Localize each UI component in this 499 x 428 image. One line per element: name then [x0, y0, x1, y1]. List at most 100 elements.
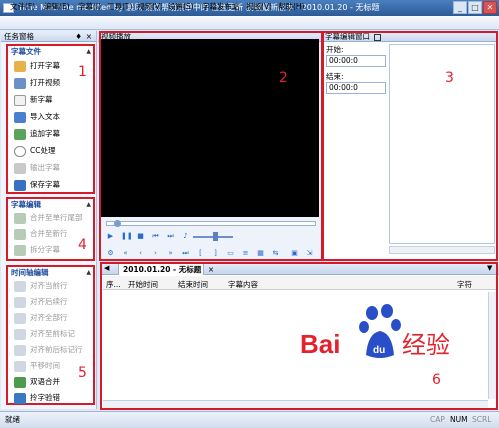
task-save-subtitle[interactable]: 保存字幕: [14, 179, 60, 191]
task-merge-tail[interactable]: 合并至单行尾部: [14, 212, 83, 224]
menu-edit[interactable]: 编辑(E): [44, 1, 70, 13]
minimize-button[interactable]: _: [453, 1, 467, 14]
start-time-field[interactable]: 00:00:0: [326, 55, 386, 67]
task-shift-time[interactable]: 平移时间: [14, 360, 60, 372]
next-frame-icon[interactable]: ⏭: [166, 232, 175, 241]
close-pane-icon[interactable]: ×: [86, 31, 92, 42]
export-frame-icon[interactable]: ⇲: [305, 249, 314, 258]
task-new-subtitle[interactable]: 新字幕: [14, 94, 53, 106]
cc-process-icon: [14, 145, 26, 157]
menu-settings[interactable]: 设置(S): [168, 1, 194, 13]
menu-subtitle[interactable]: 字幕(I): [78, 1, 101, 13]
collapse-icon[interactable]: ▲: [86, 199, 91, 210]
annotation-number: 1: [78, 64, 87, 80]
skip-forward-icon[interactable]: ⏭: [181, 249, 190, 258]
align-following-icon: [14, 296, 26, 308]
task-pane: 任务窗格 ♦ × 字幕文件 ▲ 打开字幕 打开视频 新字幕 导入文本 追加字幕 …: [1, 31, 97, 409]
subtitle-text-area[interactable]: [389, 44, 495, 244]
svg-text:经验: 经验: [402, 331, 450, 359]
task-pane-header: 任务窗格 ♦ ×: [1, 31, 96, 42]
menu-help[interactable]: 帮助(H): [278, 1, 305, 13]
horizontal-scrollbar[interactable]: [389, 246, 495, 254]
num-indicator: NUM: [450, 415, 468, 424]
seek-bar[interactable]: [106, 221, 316, 226]
task-align-all[interactable]: 对齐全部行: [14, 312, 68, 324]
mark-in-icon[interactable]: [: [196, 249, 205, 258]
task-append-subtitle[interactable]: 追加字幕: [14, 128, 60, 140]
stop-icon[interactable]: ■: [136, 232, 145, 241]
align-all-icon: [14, 312, 26, 324]
annotation-number: 6: [432, 372, 441, 388]
check-errors-icon: [14, 392, 26, 404]
align-prev-mark-icon: [14, 328, 26, 340]
seek-handle[interactable]: [114, 220, 121, 227]
task-split-subtitle[interactable]: 拆分字幕: [14, 244, 60, 256]
task-open-video[interactable]: 打开视频: [14, 77, 60, 89]
volume-icon[interactable]: ♪: [181, 232, 190, 241]
menu-publish[interactable]: 字幕发布站: [202, 1, 240, 13]
list-icon[interactable]: ≡: [241, 249, 250, 258]
step-back-icon[interactable]: ‹: [136, 249, 145, 258]
play-icon[interactable]: ▶: [106, 232, 115, 241]
menu-tools[interactable]: 工具(T): [107, 1, 132, 13]
status-bar: [0, 411, 499, 428]
menu-video[interactable]: 视频(V): [137, 1, 163, 13]
annotation-number: 3: [445, 70, 454, 86]
task-align-mark-rows[interactable]: 对齐前后标记行: [14, 344, 83, 356]
status-text: 就绪: [5, 415, 20, 424]
group-subtitle-edit: 字幕编辑 ▲ 合并至单行尾部 合并至新行 拆分字幕 4: [6, 197, 95, 261]
new-subtitle-icon: [14, 94, 26, 106]
step-forward-icon[interactable]: ›: [151, 249, 160, 258]
settings-icon[interactable]: ⚙: [106, 249, 115, 258]
align-mark-rows-icon: [14, 344, 26, 356]
baidu-paw-icon: du Bai 经验: [300, 304, 450, 359]
rewind-icon[interactable]: «: [121, 249, 130, 258]
menu-file[interactable]: 文件(F): [10, 1, 35, 13]
split-subtitle-icon: [14, 244, 26, 256]
close-button[interactable]: ✕: [483, 1, 497, 14]
menu-view[interactable]: 视图(V): [246, 1, 272, 13]
task-align-current[interactable]: 对齐当前行: [14, 280, 68, 292]
maximize-button[interactable]: □: [468, 1, 482, 14]
group-title-timeline-edit: 时间轴编辑: [11, 268, 49, 277]
task-align-prev-mark[interactable]: 对齐至前标记: [14, 328, 75, 340]
collapse-icon[interactable]: ▲: [86, 46, 91, 57]
start-label: 开始:: [326, 45, 344, 54]
task-import-text[interactable]: 导入文本: [14, 111, 60, 123]
frame-icon[interactable]: ▭: [226, 249, 235, 258]
merge-tail-icon: [14, 212, 26, 224]
collapse-icon[interactable]: ▲: [86, 267, 91, 278]
pause-icon[interactable]: ❚❚: [121, 232, 133, 241]
align-icon[interactable]: ⇆: [271, 249, 280, 258]
save-frame-icon[interactable]: ▣: [290, 249, 299, 258]
append-subtitle-icon: [14, 128, 26, 140]
group-title-subtitle-file: 字幕文件: [11, 47, 41, 56]
video-screen[interactable]: [101, 39, 319, 217]
scroll-indicator: SCRL: [472, 415, 492, 424]
pin-icon[interactable]: ♦: [75, 31, 82, 42]
task-check-errors[interactable]: 拎字验错: [14, 392, 60, 404]
mark-out-icon[interactable]: ]: [211, 249, 220, 258]
merge-new-line-icon: [14, 228, 26, 240]
save-subtitle-icon: [14, 179, 26, 191]
menu-bar: [0, 16, 499, 30]
open-video-icon: [14, 77, 26, 89]
annotation-number: 5: [78, 365, 87, 381]
task-merge-new-line[interactable]: 合并至新行: [14, 228, 68, 240]
baidu-watermark: du Bai 经验: [296, 303, 466, 363]
prev-frame-icon[interactable]: ⏮: [151, 232, 160, 241]
group-timeline-edit: 时间轴编辑 ▲ 对齐当前行 对齐后续行 对齐全部行 对齐至前标记 对齐前后标记行…: [6, 265, 95, 405]
task-open-subtitle[interactable]: 打开字幕: [14, 60, 60, 72]
grid-icon[interactable]: ▦: [256, 249, 265, 258]
task-bilingual-merge[interactable]: 双语合并: [14, 376, 60, 388]
open-subtitle-icon: [14, 60, 26, 72]
task-export-subtitle[interactable]: 输出字幕: [14, 162, 60, 174]
shift-time-icon: [14, 360, 26, 372]
task-align-following[interactable]: 对齐后续行: [14, 296, 68, 308]
fast-forward-icon[interactable]: »: [166, 249, 175, 258]
task-cc-process[interactable]: CC处理: [14, 145, 55, 157]
volume-handle[interactable]: [213, 232, 218, 241]
annotation-number: 4: [78, 237, 87, 253]
end-time-field[interactable]: 00:00:0: [326, 82, 386, 94]
svg-text:du: du: [373, 345, 385, 356]
